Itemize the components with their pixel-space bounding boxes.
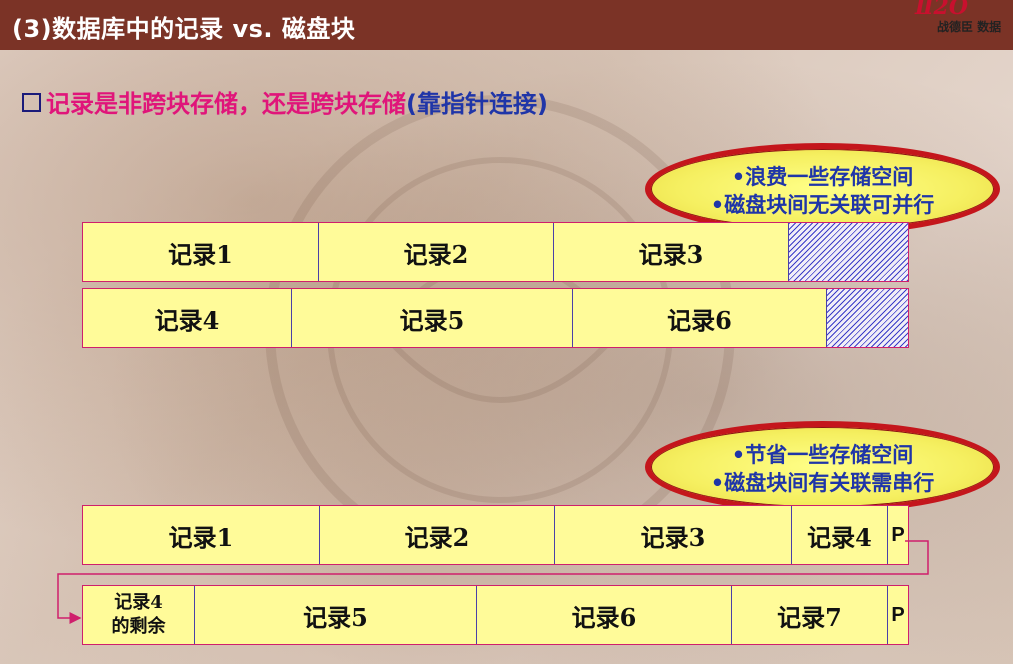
record-remainder-cell: 记录4 的剩余: [83, 586, 195, 644]
title-bar: (3)数据库中的记录 vs. 磁盘块 Ⅱ2Ö 战德臣 数据: [0, 0, 1013, 50]
bottom-callout: •节省一些存储空间 •磁盘块间有关联需串行: [645, 421, 1000, 513]
spanning-block-2: 记录4 的剩余 记录5 记录6 记录7 P: [82, 585, 909, 645]
record-cell: 记录1: [83, 506, 320, 564]
heading-main: 记录是非跨块存储，还是跨块存储: [46, 90, 406, 118]
record-cell-partial: 记录4: [792, 506, 888, 564]
record-cell: 记录5: [292, 289, 573, 347]
record-cell: 记录4: [83, 289, 292, 347]
record-cell: 记录3: [554, 223, 789, 281]
bottom-callout-line1: •节省一些存储空间: [731, 443, 914, 467]
record-cell: 记录6: [477, 586, 732, 644]
wasted-space: [789, 223, 908, 281]
pointer-cell: P: [891, 603, 905, 626]
heading-note: (靠指针连接): [406, 90, 548, 118]
bottom-callout-line2: •磁盘块间有关联需串行: [710, 471, 935, 495]
section-heading: 记录是非跨块存储，还是跨块存储(靠指针连接): [22, 84, 548, 119]
top-callout-line1: •浪费一些存储空间: [731, 165, 914, 189]
logo: Ⅱ2Ö 战德臣 数据: [915, 0, 1013, 40]
slide-title: (3)数据库中的记录 vs. 磁盘块: [12, 15, 356, 43]
non-spanning-block-2: 记录4 记录5 记录6: [82, 288, 909, 348]
checkbox-bullet-icon: [22, 92, 41, 112]
top-callout-line2: •磁盘块间无关联可并行: [710, 193, 935, 217]
record-cell: 记录2: [319, 223, 554, 281]
spanning-block-1: 记录1 记录2 记录3 记录4 P: [82, 505, 909, 565]
record-cell: 记录7: [732, 586, 888, 644]
record-cell: 记录3: [555, 506, 792, 564]
record-cell: 记录6: [573, 289, 827, 347]
remainder-line1: 记录4: [114, 592, 163, 613]
logo-text: 战德臣 数据: [937, 20, 1002, 34]
logo-glyph-icon: Ⅱ2Ö: [915, 0, 969, 20]
remainder-line2: 的剩余: [111, 616, 166, 637]
non-spanning-block-1: 记录1 记录2 记录3: [82, 222, 909, 282]
pointer-cell: P: [891, 523, 905, 546]
record-cell: 记录2: [320, 506, 555, 564]
record-cell: 记录1: [83, 223, 319, 281]
record-cell: 记录5: [195, 586, 477, 644]
wasted-space: [827, 289, 908, 347]
